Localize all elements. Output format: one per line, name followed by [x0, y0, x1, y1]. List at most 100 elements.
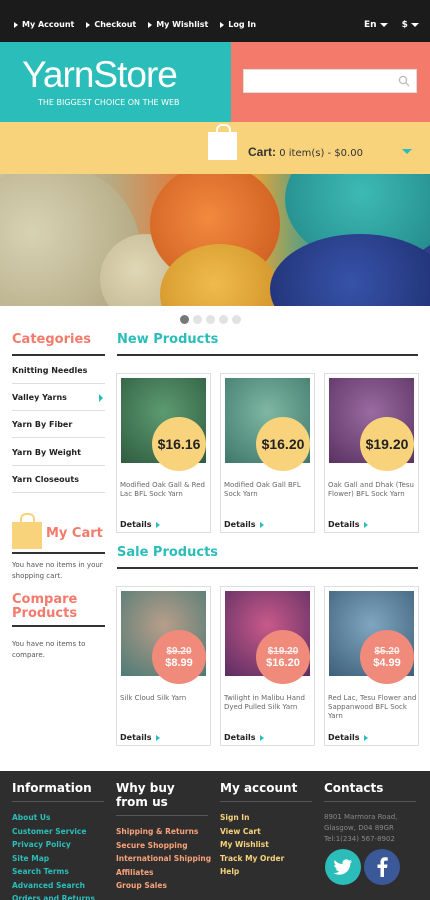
- search-area: [231, 42, 430, 122]
- slider-dot[interactable]: [180, 315, 189, 324]
- product-name[interactable]: Modified Oak Gall BFL Sock Yarn: [224, 481, 314, 499]
- cart-strip: Cart: 0 item(s) - $0.00: [0, 122, 430, 174]
- price-value: $8.99: [165, 656, 193, 669]
- footer-link-my-wishlist[interactable]: My Wishlist: [220, 838, 284, 852]
- my-wishlist-label: My Wishlist: [156, 20, 209, 29]
- yarn-ball-image: [270, 234, 430, 306]
- category-yarn-by-fiber[interactable]: Yarn By Fiber: [12, 411, 105, 438]
- divider: [116, 815, 208, 816]
- footer-link-customer-service[interactable]: Customer Service: [12, 825, 95, 839]
- footer-link-group-sales[interactable]: Group Sales: [116, 879, 211, 893]
- footer-link-advanced-search[interactable]: Advanced Search: [12, 879, 95, 893]
- category-yarn-by-weight[interactable]: Yarn By Weight: [12, 439, 105, 466]
- product-name[interactable]: Oak Gall and Dhak (Tesu Flower) BFL Sock…: [328, 481, 418, 499]
- footer-link-site-map[interactable]: Site Map: [12, 852, 95, 866]
- my-cart-title: My Cart: [46, 526, 103, 541]
- category-label: Yarn Closeouts: [12, 474, 79, 484]
- price-value: $19.20: [365, 436, 409, 452]
- product-name[interactable]: Twilight in Malibu Hand Dyed Pulled Silk…: [224, 694, 314, 712]
- logo[interactable]: YarnStore THE BIGGEST CHOICE ON THE WEB: [0, 42, 231, 122]
- product-card[interactable]: $5.20 $4.99 Red Lac, Tesu Flower and Sapp…: [324, 586, 419, 746]
- product-name[interactable]: Modified Oak Gall & Red Lac BFL Sock Yar…: [120, 481, 210, 499]
- details-label: Details: [224, 733, 256, 742]
- footer-link-search-terms[interactable]: Search Terms: [12, 865, 95, 879]
- category-label: Valley Yarns: [12, 392, 67, 402]
- slider-dot[interactable]: [232, 315, 241, 324]
- old-price: $5.20: [374, 645, 400, 657]
- logo-title: YarnStore: [22, 54, 178, 95]
- cart-summary[interactable]: Cart: 0 item(s) - $0.00: [248, 145, 363, 159]
- my-account-link[interactable]: My Account: [14, 20, 74, 29]
- category-knitting-needles[interactable]: Knitting Needles: [12, 357, 105, 384]
- footer-link-international-shipping[interactable]: International Shipping: [116, 852, 211, 866]
- arrow-right-icon: [259, 521, 264, 528]
- old-price: $9.20: [166, 645, 192, 657]
- product-name[interactable]: Silk Cloud Silk Yarn: [120, 694, 210, 703]
- details-link[interactable]: Details: [120, 733, 160, 742]
- search-icon[interactable]: [398, 75, 410, 87]
- footer-link-orders-and-returns[interactable]: Orders and Returns: [12, 892, 95, 900]
- facebook-icon[interactable]: [364, 849, 400, 885]
- hero-banner[interactable]: [0, 174, 430, 306]
- footer-link-privacy-policy[interactable]: Privacy Policy: [12, 838, 95, 852]
- product-card[interactable]: $19.20 $16.20 Twilight in Malibu Hand Dye…: [220, 586, 315, 746]
- details-link[interactable]: Details: [328, 733, 368, 742]
- price-badge: $16.16: [152, 417, 206, 471]
- my-cart-text: You have no items in your shopping cart.: [12, 561, 103, 580]
- currency-select[interactable]: $: [402, 20, 419, 30]
- twitter-bird-icon: [333, 859, 352, 875]
- footer-link-help[interactable]: Help: [220, 865, 284, 879]
- price-value: $16.20: [261, 436, 305, 452]
- search-input[interactable]: [243, 69, 417, 93]
- footer-link-secure-shopping[interactable]: Secure Shopping: [116, 839, 211, 853]
- log-in-link[interactable]: Log In: [220, 20, 256, 29]
- slider-dot[interactable]: [206, 315, 215, 324]
- currency-value: $: [401, 20, 408, 30]
- footer-link-sign-in[interactable]: Sign In: [220, 811, 284, 825]
- twitter-icon[interactable]: [325, 849, 361, 885]
- footer-link-shipping-returns[interactable]: Shipping & Returns: [116, 825, 211, 839]
- chevron-down-icon: [410, 23, 419, 27]
- cart-label: Cart:: [248, 145, 277, 159]
- details-link[interactable]: Details: [328, 520, 368, 529]
- information-title: Information: [12, 781, 92, 795]
- shopping-bag-icon[interactable]: [208, 124, 237, 160]
- compare-products-title: Compare Products: [12, 592, 78, 621]
- my-account-title: My account: [220, 781, 298, 795]
- product-card[interactable]: $16.16 Modified Oak Gall & Red Lac BFL S…: [116, 373, 211, 533]
- details-link[interactable]: Details: [120, 520, 160, 529]
- product-card[interactable]: $9.20 $8.99 Silk Cloud Silk Yarn Details: [116, 586, 211, 746]
- details-label: Details: [120, 520, 152, 529]
- product-card[interactable]: $19.20 Oak Gall and Dhak (Tesu Flower) B…: [324, 373, 419, 533]
- arrow-right-icon: [155, 521, 160, 528]
- category-label: Yarn By Fiber: [12, 419, 73, 429]
- footer-link-affiliates[interactable]: Affiliates: [116, 866, 211, 880]
- contact-address-line1: 8901 Marmora Road,: [324, 813, 398, 821]
- divider: [220, 801, 312, 802]
- price-badge: $5.20 $4.99: [360, 630, 414, 684]
- details-label: Details: [328, 733, 360, 742]
- footer-link-about-us[interactable]: About Us: [12, 811, 95, 825]
- checkout-link[interactable]: Checkout: [86, 20, 136, 29]
- contact-info: 8901 Marmora Road, Glasgow, D04 89GR Tel…: [324, 812, 397, 845]
- category-yarn-closeouts[interactable]: Yarn Closeouts: [12, 466, 105, 493]
- details-link[interactable]: Details: [224, 520, 264, 529]
- new-products-title: New Products: [117, 332, 219, 347]
- product-name[interactable]: Red Lac, Tesu Flower and Sappanwood BFL …: [328, 694, 418, 721]
- contacts-title: Contacts: [324, 781, 384, 795]
- slider-dot[interactable]: [193, 315, 202, 324]
- slider-dot[interactable]: [219, 315, 228, 324]
- price-badge: $19.20: [360, 417, 414, 471]
- top-nav: My Account Checkout My Wishlist Log In: [14, 20, 256, 29]
- my-wishlist-link[interactable]: My Wishlist: [148, 20, 208, 29]
- category-valley-yarns[interactable]: Valley Yarns: [12, 384, 105, 411]
- details-link[interactable]: Details: [224, 733, 264, 742]
- footer-link-view-cart[interactable]: View Cart: [220, 825, 284, 839]
- product-card[interactable]: $16.20 Modified Oak Gall BFL Sock Yarn D…: [220, 373, 315, 533]
- divider: [12, 801, 104, 802]
- cart-dropdown-icon[interactable]: [402, 149, 412, 154]
- why-buy-links: Shipping & Returns Secure Shopping Inter…: [116, 825, 211, 893]
- footer-link-track-my-order[interactable]: Track My Order: [220, 852, 284, 866]
- language-select[interactable]: En: [364, 20, 388, 30]
- arrow-right-icon: [86, 21, 91, 28]
